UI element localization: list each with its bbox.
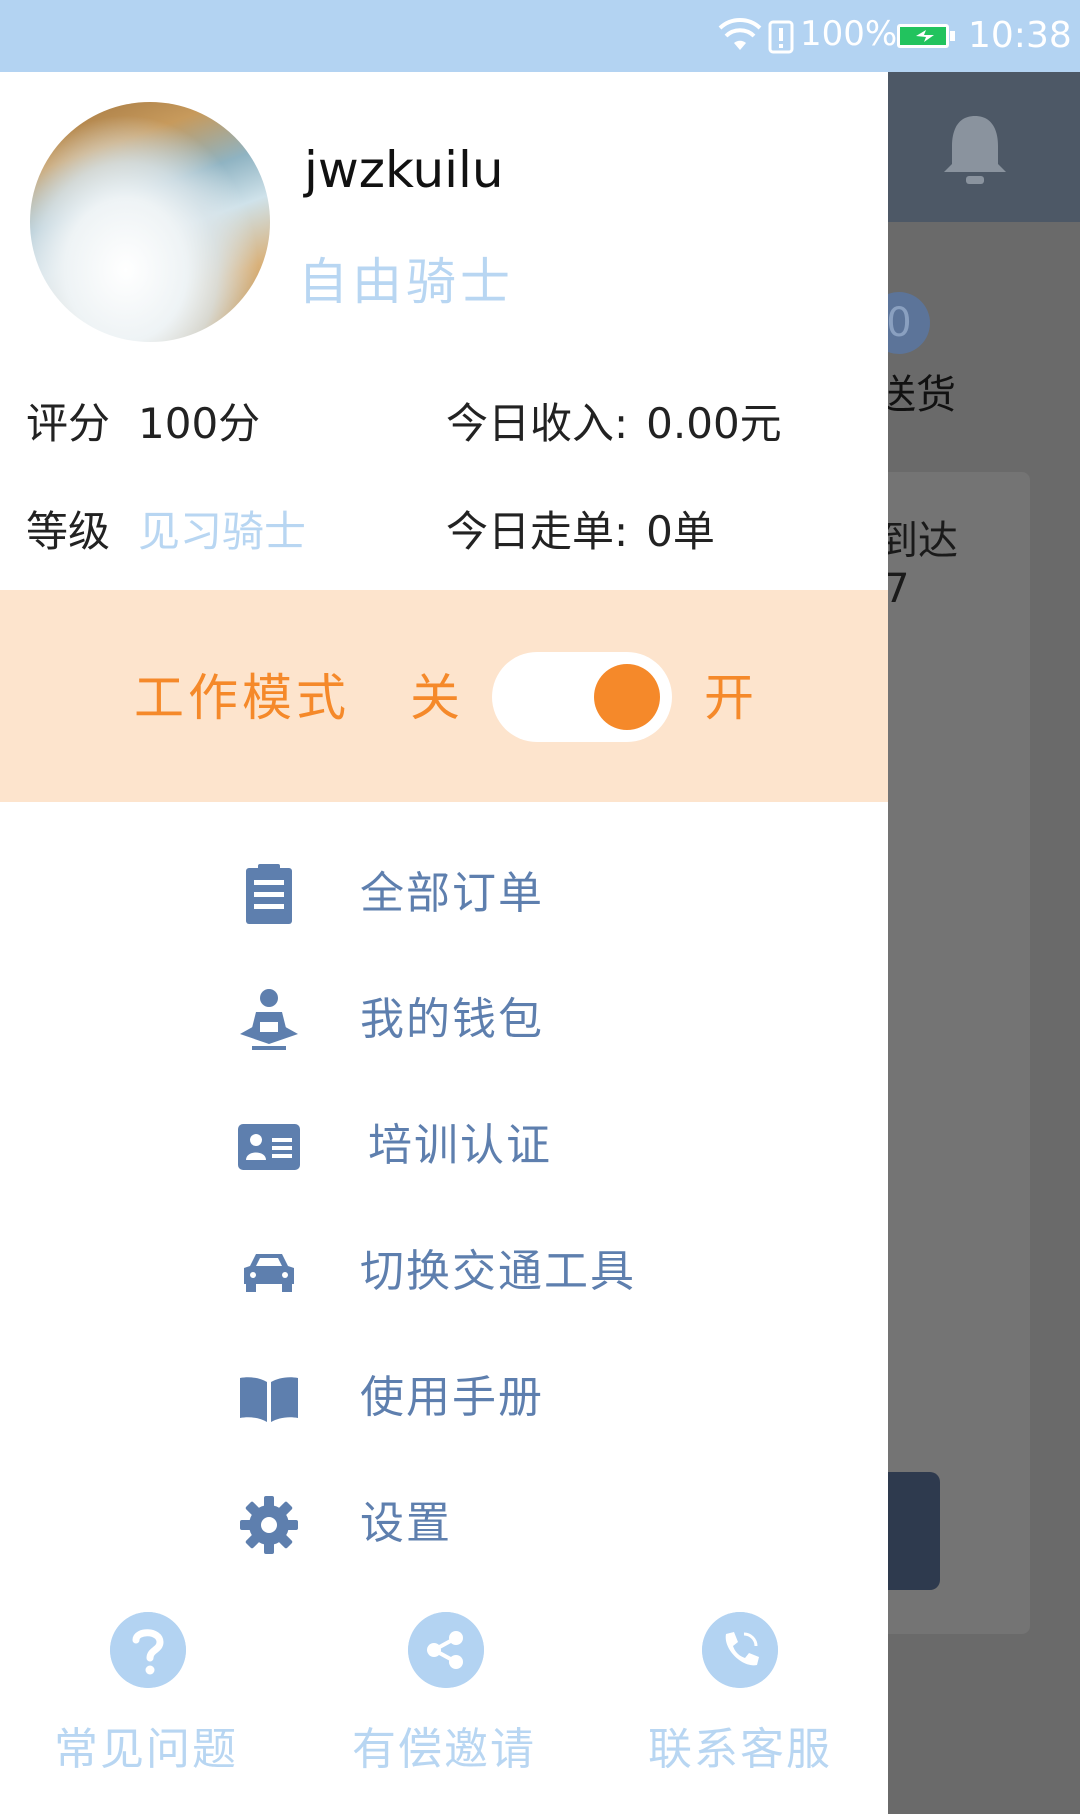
gear-icon: [240, 1496, 298, 1554]
work-mode-toggle[interactable]: [492, 652, 672, 742]
battery-percent: 100%: [800, 14, 898, 54]
menu-item-all-orders[interactable]: 全部订单: [0, 850, 888, 940]
menu-item-settings[interactable]: 设置: [0, 1480, 888, 1570]
menu-item-manual[interactable]: 使用手册: [0, 1354, 888, 1444]
rating-value: 100分: [138, 399, 261, 448]
work-mode-off-label: 关: [410, 669, 460, 727]
username: jwzkuilu: [304, 141, 504, 199]
orders-value: 0单: [646, 507, 715, 556]
wifi-icon: [718, 18, 762, 50]
car-icon: [244, 1254, 294, 1292]
menu-item-training[interactable]: 培训认证: [0, 1102, 888, 1192]
menu-label: 我的钱包: [360, 994, 544, 1045]
work-mode-label: 工作模式: [134, 669, 350, 727]
menu-item-wallet[interactable]: 我的钱包: [0, 976, 888, 1066]
level-label: 等级: [26, 507, 111, 556]
menu-label: 使用手册: [360, 1372, 544, 1423]
rating-label: 评分: [26, 399, 111, 448]
background-label: 到达: [878, 518, 958, 564]
work-mode-bar: 工作模式 关 开: [0, 590, 888, 802]
battery-icon: [897, 24, 955, 48]
background-header: [888, 72, 1080, 222]
wallet-person-icon: [240, 989, 298, 1050]
level-value: 见习骑士: [138, 507, 307, 556]
navigation-drawer: jwzkuilu 自由骑士 评分 100分 今日收入: 0.00元 等级 见习骑士 今…: [0, 72, 888, 1814]
faq-button[interactable]: 常见问题: [46, 1612, 246, 1775]
book-icon: [240, 1377, 298, 1422]
faq-label: 常见问题: [54, 1724, 238, 1775]
orders-label: 今日走单:: [446, 507, 629, 556]
income-value: 0.00元: [646, 399, 782, 448]
question-icon: [110, 1612, 186, 1688]
background-label: 送货: [876, 372, 956, 418]
clock: 10:38: [968, 15, 1072, 56]
invite-button[interactable]: 有偿邀请: [344, 1612, 544, 1775]
orders-stat: 今日走单: 0单: [446, 506, 715, 558]
menu-label: 切换交通工具: [360, 1246, 636, 1297]
background-card: [878, 472, 1030, 1634]
menu-label: 全部订单: [360, 868, 544, 919]
phone-icon: [702, 1612, 778, 1688]
menu-label: 培训认证: [368, 1120, 552, 1171]
share-icon: [408, 1612, 484, 1688]
avatar[interactable]: [30, 102, 270, 342]
id-card-icon: [238, 1124, 300, 1170]
status-bar: 100% 10:38: [0, 0, 1080, 72]
contact-support-button[interactable]: 联系客服: [640, 1612, 840, 1775]
income-label: 今日收入:: [446, 399, 629, 448]
invite-label: 有偿邀请: [352, 1724, 536, 1775]
level-stat: 等级 见习骑士: [26, 506, 306, 558]
bell-icon[interactable]: [940, 110, 1010, 190]
menu-label: 设置: [360, 1498, 452, 1549]
toggle-knob: [594, 664, 660, 730]
user-role: 自由骑士: [298, 253, 514, 311]
clipboard-icon: [246, 864, 292, 924]
work-mode-on-label: 开: [704, 669, 754, 727]
income-stat: 今日收入: 0.00元: [446, 398, 782, 450]
rating-stat: 评分 100分: [26, 398, 260, 450]
battery-alert-icon: [768, 20, 794, 54]
menu-item-switch-vehicle[interactable]: 切换交通工具: [0, 1228, 888, 1318]
contact-support-label: 联系客服: [648, 1724, 832, 1775]
